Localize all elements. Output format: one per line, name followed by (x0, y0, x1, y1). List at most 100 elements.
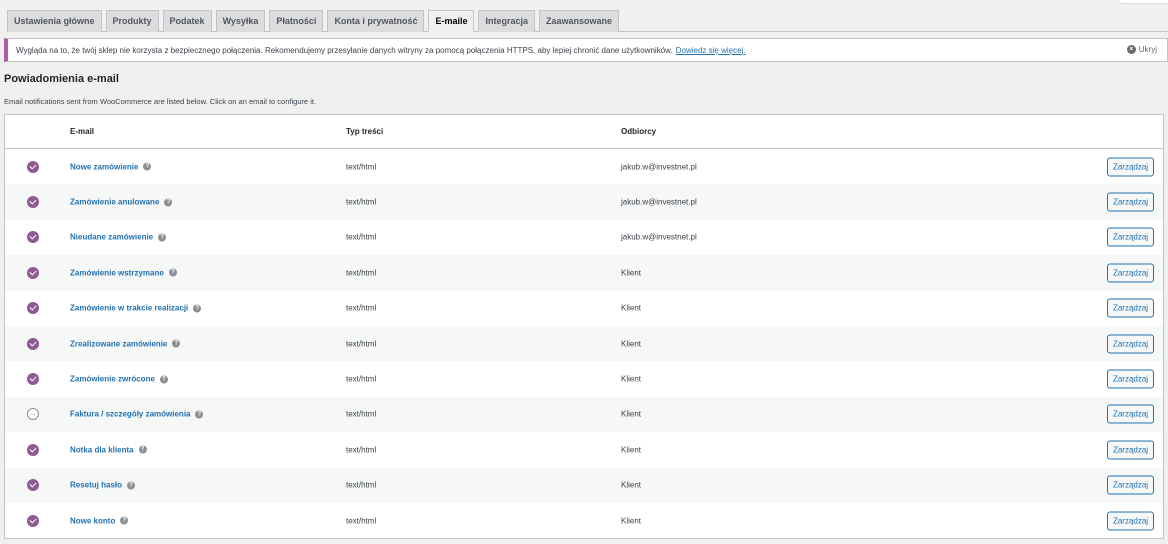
manage-button[interactable]: Zarządzaj (1107, 475, 1154, 495)
email-name-link[interactable]: Zrealizowane zamówienie? (70, 339, 181, 349)
help-icon: ? (168, 268, 177, 277)
content-type: text/html (346, 339, 377, 349)
email-name: Zamówienie anulowane (70, 197, 160, 207)
help-icon: ? (143, 162, 152, 171)
recipient: jakub.w@investnet.pl (621, 232, 697, 242)
tab-5[interactable]: Konta i prywatność (327, 10, 425, 32)
content-type: text/html (346, 303, 377, 313)
tab-8[interactable]: Zaawansowane (539, 10, 620, 32)
manage-button[interactable]: Zarządzaj (1107, 440, 1154, 460)
arrow-circle-icon (27, 408, 39, 421)
notice-text: Wygląda na to, że twój sklep nie korzyst… (16, 45, 673, 55)
content-type: text/html (346, 409, 377, 419)
email-name-link[interactable]: Notka dla klienta? (70, 445, 147, 454)
check-circle-icon (27, 231, 39, 244)
content-type: text/html (346, 268, 377, 278)
notice-dismiss-button[interactable]: × Ukryj (1126, 45, 1157, 54)
help-icon: ? (158, 233, 167, 242)
table-row: Nowe zamówienie? text/html jakub.w@investn… (5, 149, 1163, 184)
section-description: Email notifications sent from WooCommerc… (4, 97, 317, 106)
email-name: Nowe zamówienie (70, 162, 139, 172)
table-row: Zamówienie anulowane? text/html jakub.w@in… (5, 184, 1163, 220)
email-name: Zamówienie wstrzymane (70, 268, 164, 278)
table-row: Faktura / szczegóły zamówienia? text/html… (5, 396, 1163, 433)
manage-button[interactable]: Zarządzaj (1107, 192, 1154, 212)
check-circle-icon (27, 443, 39, 456)
settings-tabs: Ustawienia główne Produkty Podatek Wysyłka P… (7, 9, 1168, 32)
manage-button[interactable]: Zarządzaj (1107, 263, 1154, 283)
check-circle-icon (27, 337, 39, 350)
email-name: Nowe konto (70, 516, 116, 526)
email-name: Zrealizowane zamówienie (70, 339, 168, 349)
recipient: Klient (621, 339, 642, 349)
help-icon: ? (193, 304, 202, 313)
email-name-link[interactable]: Zamówienie wstrzymane? (70, 268, 177, 277)
table-header: E-mail Typ treści Odbiorcy (5, 115, 1163, 149)
check-circle-icon (27, 160, 39, 173)
email-name: Nieudane zamówienie (70, 232, 154, 242)
email-name-link[interactable]: Zamówienie anulowane? (70, 197, 173, 207)
tab-2[interactable]: Podatek (162, 10, 212, 32)
table-row: Zamówienie zwrócone? text/html Klient Zarzą… (5, 361, 1163, 396)
check-circle-icon (27, 196, 39, 209)
table-row: Resetuj hasło? text/html Klient Zarządzaj (5, 467, 1163, 503)
email-name: Notka dla klienta (70, 445, 134, 455)
recipient: Klient (621, 268, 642, 278)
recipient: Klient (621, 409, 642, 419)
email-name-link[interactable]: Zamówienie w trakcie realizacji? (70, 303, 202, 313)
email-name-link[interactable]: Resetuj hasło? (70, 481, 136, 490)
email-name-link[interactable]: Zamówienie zwrócone? (70, 375, 168, 384)
manage-button[interactable]: Zarządzaj (1107, 334, 1154, 354)
email-name-link[interactable]: Nowe zamówienie? (70, 162, 152, 172)
header-type: Typ treści (346, 127, 384, 136)
tab-6[interactable]: E-maile (428, 10, 475, 32)
table-row: Nieudane zamówienie? text/html jakub.w@inv… (5, 220, 1163, 255)
help-icon: ? (172, 339, 181, 348)
manage-button[interactable]: Zarządzaj (1107, 298, 1154, 318)
tab-1[interactable]: Produkty (105, 10, 159, 32)
email-name-link[interactable]: Nieudane zamówienie? (70, 232, 167, 242)
email-name-link[interactable]: Nowe konto? (70, 516, 129, 526)
email-table: E-mail Typ treści Odbiorcy Nowe zamówien… (4, 114, 1164, 540)
help-icon: ? (120, 516, 129, 525)
notice-dismiss-label: Ukryj (1138, 45, 1157, 54)
email-name: Zamówienie zwrócone (70, 374, 155, 384)
check-circle-icon (27, 514, 39, 527)
check-circle-icon (27, 302, 39, 315)
table-row: Nowe konto? text/html Klient Zarządzaj (5, 503, 1163, 538)
help-icon: ? (159, 375, 168, 384)
table-row: Zrealizowane zamówienie? text/html Klient Z… (5, 325, 1163, 362)
close-icon: × (1126, 45, 1136, 54)
header-email: E-mail (70, 127, 95, 136)
tab-7[interactable]: Integracja (478, 10, 535, 32)
top-corner-tab (1118, 0, 1168, 4)
manage-button[interactable]: Zarządzaj (1107, 157, 1154, 177)
manage-button[interactable]: Zarządzaj (1107, 227, 1154, 247)
content-type: text/html (346, 445, 377, 455)
manage-button[interactable]: Zarządzaj (1107, 404, 1154, 424)
tab-4[interactable]: Płatności (269, 10, 324, 32)
content-type: text/html (346, 516, 377, 526)
recipient: Klient (621, 480, 642, 490)
email-name: Zamówienie w trakcie realizacji (70, 303, 189, 313)
recipient: Klient (621, 445, 642, 455)
tab-3[interactable]: Wysyłka (215, 10, 266, 32)
table-row: Zamówienie wstrzymane? text/html Klient Zar… (5, 255, 1163, 291)
notice-learn-more-link[interactable]: Dowiedz się więcej. (676, 46, 746, 55)
check-circle-icon (27, 373, 39, 386)
recipient: jakub.w@investnet.pl (621, 162, 697, 172)
tab-0[interactable]: Ustawienia główne (7, 10, 102, 32)
manage-button[interactable]: Zarządzaj (1107, 511, 1154, 531)
manage-button[interactable]: Zarządzaj (1107, 369, 1154, 389)
email-name-link[interactable]: Faktura / szczegóły zamówienia? (70, 410, 204, 419)
help-icon: ? (195, 410, 204, 419)
content-type: text/html (346, 374, 377, 384)
help-icon: ? (138, 445, 147, 454)
https-notice: Wygląda na to, że twój sklep nie korzyst… (4, 38, 1168, 62)
table-row: Notka dla klienta? text/html Klient Zarządz… (5, 432, 1163, 467)
check-circle-icon (27, 266, 39, 279)
recipient: Klient (621, 374, 642, 384)
page-title: Powiadomienia e-mail (4, 73, 119, 85)
help-icon: ? (164, 198, 173, 207)
content-type: text/html (346, 480, 377, 490)
